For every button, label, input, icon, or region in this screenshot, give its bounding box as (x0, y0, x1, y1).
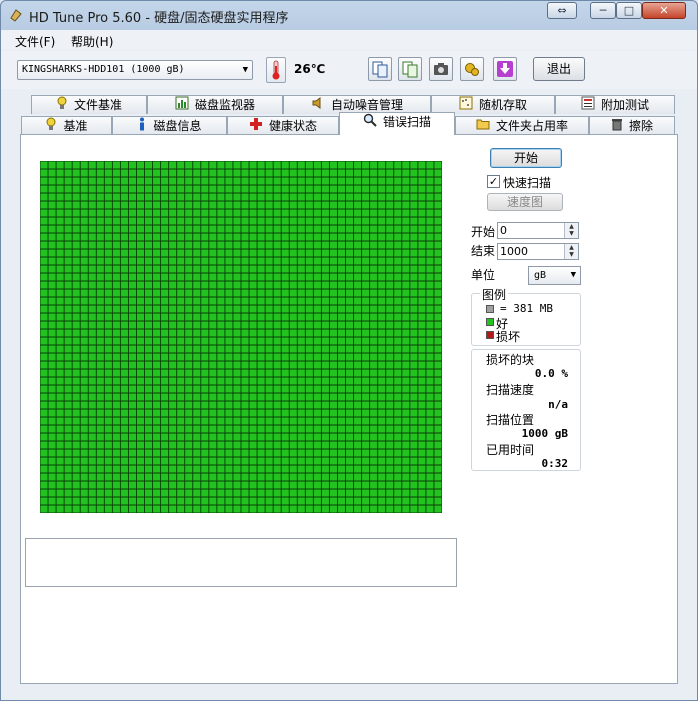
speaker-icon (311, 96, 325, 115)
tab-error-scan[interactable]: 错误扫描 (339, 112, 455, 135)
block-size-label: = 381 MB (500, 302, 553, 315)
scan-position-label: 扫描位置 (486, 413, 535, 427)
app-window: HD Tune Pro 5.60 - 硬盘/固态硬盘实用程序 ⇔ ─ □ ✕ 文… (0, 0, 698, 701)
checkmark-icon: ✓ (488, 175, 499, 188)
tab-label: 擦除 (628, 119, 653, 133)
spinner-arrows-icon[interactable]: ▲ ▼ (564, 223, 578, 238)
unit-select[interactable]: gB ▼ (528, 266, 581, 285)
tab-label: 磁盘监视器 (194, 98, 255, 112)
drive-select[interactable]: KINGSHARKS-HDD101 (1000 gB) ▼ (17, 60, 253, 80)
scan-stats-group: 损坏的块 0.0 % 扫描速度 n/a 扫描位置 1000 gB 已用时间 0:… (471, 349, 581, 471)
tab-label: 文件基准 (73, 98, 122, 112)
copy-info-button[interactable] (368, 57, 392, 81)
tab-label: 磁盘信息 (153, 119, 202, 133)
end-input[interactable]: 1000 ▲ ▼ (497, 243, 579, 260)
random-access-icon (459, 96, 473, 115)
block-map (40, 161, 442, 513)
menu-help[interactable]: 帮助(H) (71, 33, 113, 50)
damaged-blocks-value: 0.0 % (534, 367, 568, 380)
chevron-down-icon: ▼ (570, 270, 576, 280)
tab-disk-monitor[interactable]: 磁盘监视器 (147, 95, 283, 114)
spinner-arrows-icon[interactable]: ▲ ▼ (564, 244, 578, 259)
scan-log (25, 538, 457, 587)
drive-select-value: KINGSHARKS-HDD101 (1000 gB) (22, 64, 185, 75)
toolbar: KINGSHARKS-HDD101 (1000 gB) ▼ 26℃ 退出 (1, 51, 697, 89)
camera-icon (434, 63, 448, 75)
start-input-value: 0 (500, 224, 507, 237)
extra-tests-icon (581, 96, 595, 115)
menu-bar: 文件(F) 帮助(H) (1, 30, 697, 50)
tab-label: 基准 (63, 119, 88, 133)
bar-chart-icon (175, 96, 189, 115)
speed-map-button[interactable]: 速度图 (487, 193, 563, 211)
minimize-button[interactable]: ─ (590, 2, 616, 19)
window-title: HD Tune Pro 5.60 - 硬盘/固态硬盘实用程序 (29, 11, 289, 26)
menu-file[interactable]: 文件(F) (15, 33, 55, 50)
maximize-button[interactable]: □ (616, 2, 642, 19)
start-button[interactable]: 开始 (490, 148, 562, 168)
legend-group: 图例 = 381 MB 好 损坏 (471, 286, 581, 346)
save-button[interactable] (493, 57, 517, 81)
exit-button[interactable]: 退出 (533, 57, 585, 81)
good-swatch (486, 318, 494, 326)
hdtune-logo-icon (10, 9, 22, 22)
tab-health[interactable]: 健康状态 (227, 116, 339, 135)
tab-label: 附加测试 (600, 98, 649, 112)
resize-toggle-button[interactable]: ⇔ (547, 2, 577, 19)
lightbulb-icon (56, 96, 68, 115)
thermometer-icon (266, 57, 286, 83)
legend-title: 图例 (480, 286, 509, 303)
temperature-readout: 26℃ (294, 62, 326, 76)
tab-strip: 文件基准 磁盘监视器 自动噪音管理 随机存取 附加测试 基准 磁盘信息 健康状态… (1, 91, 697, 137)
tab-folder-usage[interactable]: 文件夹占用率 (455, 116, 589, 135)
unit-label: 单位 (471, 268, 496, 282)
elapsed-time-value: 0:32 (541, 457, 569, 470)
screenshot-button[interactable] (429, 57, 453, 81)
copy-info-icon (372, 61, 388, 78)
end-input-value: 1000 (500, 245, 528, 258)
title-bar[interactable]: HD Tune Pro 5.60 - 硬盘/固态硬盘实用程序 ⇔ ─ □ ✕ (1, 1, 697, 29)
settings-icon (465, 63, 479, 76)
download-icon (497, 61, 513, 77)
tab-label: 文件夹占用率 (495, 119, 568, 133)
scan-speed-value: n/a (548, 398, 568, 411)
scan-speed-label: 扫描速度 (486, 383, 535, 397)
tab-extra-tests[interactable]: 附加测试 (555, 95, 675, 114)
start-field-label: 开始 (471, 225, 496, 239)
tab-disk-info[interactable]: 磁盘信息 (112, 116, 227, 135)
chevron-down-icon: ▼ (242, 65, 248, 75)
tab-benchmark[interactable]: 基准 (21, 116, 112, 135)
tab-label: 健康状态 (268, 119, 317, 133)
bad-label: 损坏 (496, 330, 521, 344)
magnifier-icon (363, 113, 377, 132)
damaged-blocks-label: 损坏的块 (486, 353, 535, 367)
tab-file-benchmark[interactable]: 文件基准 (31, 95, 147, 114)
block-size-swatch (486, 305, 494, 313)
close-button[interactable]: ✕ (642, 2, 686, 19)
error-scan-panel: 开始 ✓ 快速扫描 速度图 开始 0 ▲ ▼ 结束 1000 ▲ ▼ 单位 gB ▼… (20, 134, 678, 684)
elapsed-time-label: 已用时间 (486, 443, 535, 457)
unit-select-value: gB (534, 270, 547, 281)
tab-label: 随机存取 (478, 98, 527, 112)
copy-screen-button[interactable] (398, 57, 422, 81)
tab-label: 错误扫描 (382, 115, 431, 129)
options-button[interactable] (460, 57, 484, 81)
quick-scan-checkbox[interactable]: ✓ (487, 175, 500, 188)
copy-screen-icon (402, 61, 418, 78)
tab-erase[interactable]: 擦除 (589, 116, 675, 135)
end-field-label: 结束 (471, 244, 496, 258)
start-input[interactable]: 0 ▲ ▼ (497, 222, 579, 239)
tab-label: 自动噪音管理 (330, 98, 403, 112)
scan-position-value: 1000 gB (521, 427, 568, 440)
quick-scan-label: 快速扫描 (503, 176, 552, 190)
bad-swatch (486, 331, 494, 339)
